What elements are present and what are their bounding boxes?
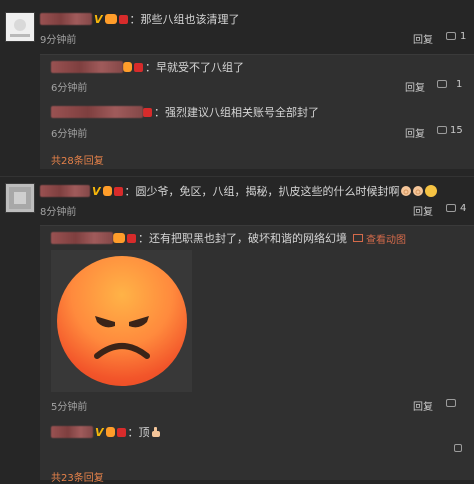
reply-time: 5分钟前 <box>51 402 88 413</box>
username[interactable] <box>51 106 143 118</box>
verified-v-icon: V <box>92 184 101 198</box>
username[interactable] <box>51 61 123 73</box>
ok-hand-emoji-icon <box>412 185 424 197</box>
like-count[interactable]: 1 <box>460 31 466 42</box>
divider <box>0 176 474 177</box>
vip-icon <box>104 14 117 24</box>
more-replies-link[interactable]: 共23条回复 <box>51 469 104 484</box>
red-badge-icon <box>116 427 126 437</box>
reply-time: 6分钟前 <box>51 83 88 94</box>
username[interactable] <box>51 232 113 244</box>
vip-icon <box>113 233 125 243</box>
vip-icon <box>123 62 132 72</box>
reply-text: ：还有把职黑也封了，破坏和谐的网络幻境 <box>138 232 347 245</box>
reply-header: ：早就受不了八组了 <box>51 59 244 75</box>
thumbs-up-emoji-icon <box>150 426 162 438</box>
comment-icon[interactable] <box>446 398 456 409</box>
verified-v-icon: V <box>94 12 103 26</box>
reply-text: ：强烈建议八组相关账号全部封了 <box>154 106 319 119</box>
comment-text: ：那些八组也该清理了 <box>129 13 240 26</box>
comment-icon[interactable] <box>437 79 447 90</box>
comment-icon[interactable] <box>446 203 456 214</box>
view-animation-link[interactable]: 查看动图 <box>366 231 406 246</box>
reply-button[interactable]: 回复 <box>405 79 425 94</box>
comment-icon[interactable] <box>446 31 456 42</box>
reply-time: 6分钟前 <box>51 129 88 140</box>
username[interactable] <box>40 13 92 25</box>
avatar[interactable] <box>5 12 35 42</box>
reply-button[interactable]: 回复 <box>413 31 433 46</box>
red-badge-icon <box>113 186 123 196</box>
angry-face-emoji-icon <box>57 256 187 386</box>
comment-icon[interactable] <box>437 125 447 136</box>
like-count[interactable]: 15 <box>450 125 463 136</box>
avatar[interactable] <box>5 183 35 213</box>
ok-hand-emoji-icon <box>400 185 412 197</box>
more-replies-link[interactable]: 共28条回复 <box>51 152 104 167</box>
reply-image[interactable] <box>51 250 192 392</box>
comment-header: V ：那些八组也该清理了 <box>40 11 240 27</box>
red-badge-icon <box>127 233 136 243</box>
like-icon[interactable] <box>454 443 462 454</box>
image-icon <box>353 234 363 242</box>
reply-button[interactable]: 回复 <box>413 203 433 218</box>
vip-icon <box>102 186 112 196</box>
verified-v-icon: V <box>95 425 104 439</box>
reply-header: V ：顶 <box>51 424 162 440</box>
reply-text: ：顶 <box>127 426 150 439</box>
avatar-image <box>10 19 30 37</box>
like-count[interactable]: 4 <box>460 203 466 214</box>
username[interactable] <box>51 426 93 438</box>
red-badge-icon <box>143 107 152 117</box>
comment-time: 8分钟前 <box>40 207 77 218</box>
smile-emoji-icon <box>424 185 437 197</box>
reply-header: ：强烈建议八组相关账号全部封了 <box>51 104 319 120</box>
reply-text: ：早就受不了八组了 <box>145 61 244 74</box>
red-badge-icon <box>118 14 128 24</box>
username[interactable] <box>40 185 90 197</box>
comment-header: V ：圆少爷，免区，八组，揭秘，扒皮这些的什么时候封啊 <box>40 183 437 199</box>
reply-header: ：还有把职黑也封了，破坏和谐的网络幻境 查看动图 <box>51 230 406 246</box>
like-count[interactable]: 1 <box>456 79 462 90</box>
vip-icon <box>105 427 115 437</box>
avatar-image <box>9 187 31 209</box>
comment-time: 9分钟前 <box>40 35 77 46</box>
reply-button[interactable]: 回复 <box>405 125 425 140</box>
red-badge-icon <box>134 62 143 72</box>
comment-text: ：圆少爷，免区，八组，揭秘，扒皮这些的什么时候封啊 <box>124 185 400 198</box>
reply-button[interactable]: 回复 <box>413 398 433 413</box>
